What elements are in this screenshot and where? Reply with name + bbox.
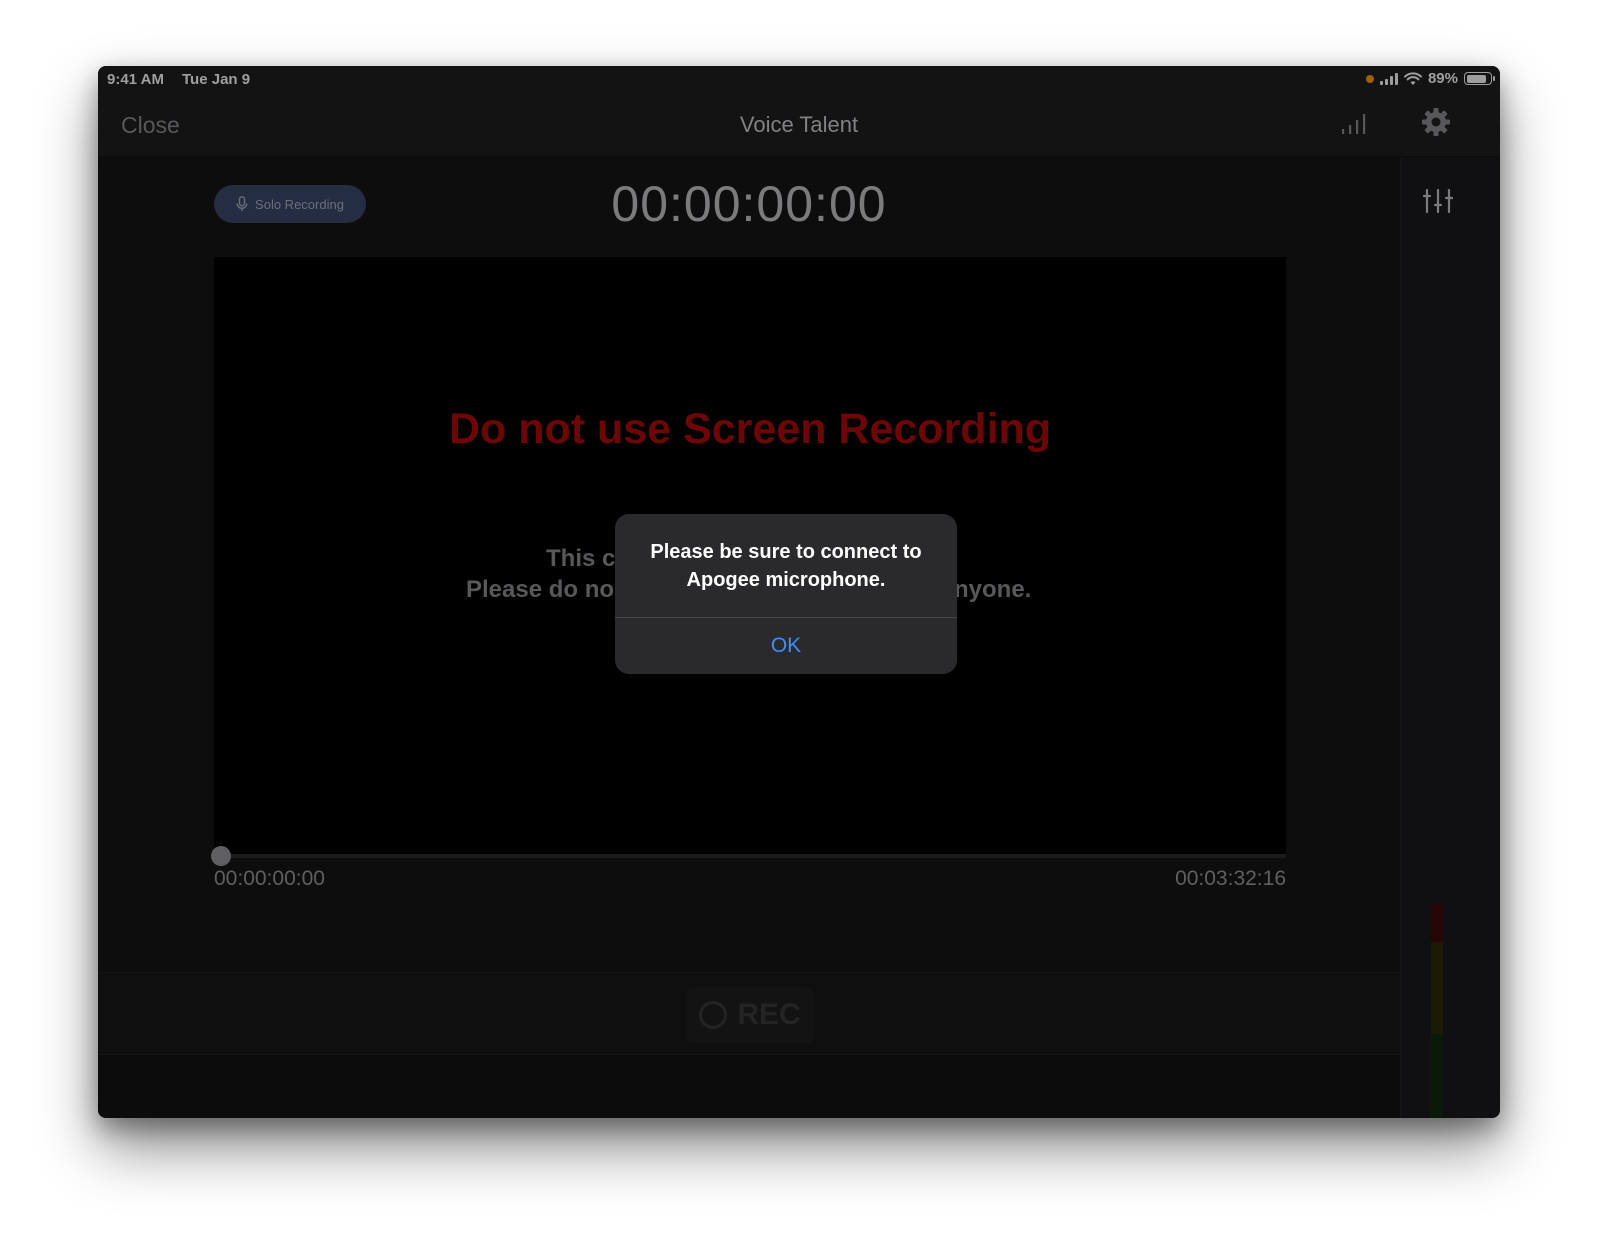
alert-dialog: Please be sure to connect to Apogee micr…	[615, 514, 957, 674]
alert-ok-button[interactable]: OK	[615, 618, 957, 674]
alert-message: Please be sure to connect to Apogee micr…	[650, 541, 922, 591]
ipad-screen: 9:41 AM Tue Jan 9 89% Close Voice Talent	[98, 66, 1500, 1118]
